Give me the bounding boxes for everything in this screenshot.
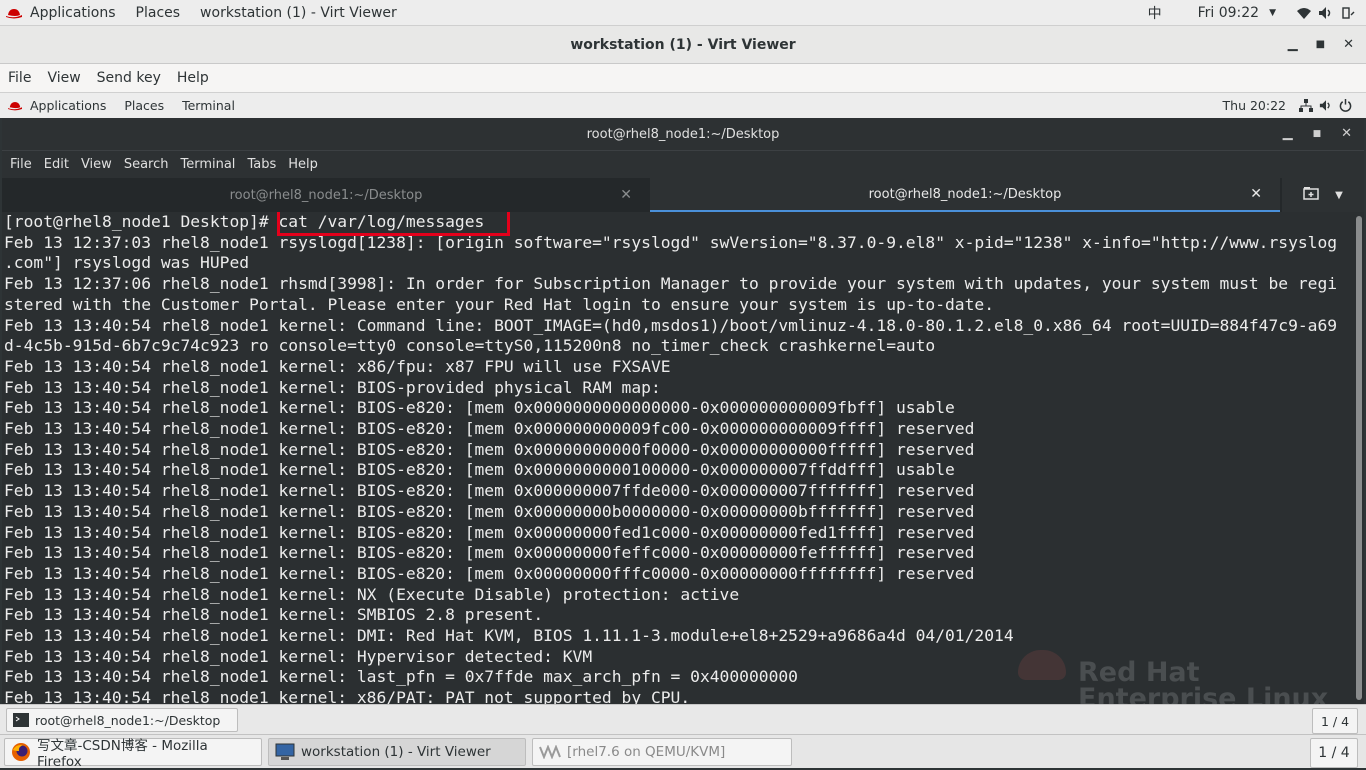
- log-line: Feb 13 13:40:54 rhel8_node1 kernel: BIOS…: [4, 501, 975, 521]
- terminal-titlebar[interactable]: root@rhel8_node1:~/Desktop ▁ ■ ✕: [2, 118, 1364, 150]
- host-applications-menu[interactable]: Applications: [0, 5, 126, 21]
- viewer-title: workstation (1) - Virt Viewer: [570, 36, 796, 53]
- terminal-menu-search[interactable]: Search: [118, 157, 175, 172]
- guest-power-icon[interactable]: [1339, 99, 1352, 112]
- terminal-tabbar: root@rhel8_node1:~/Desktop ✕ root@rhel8_…: [2, 178, 1364, 212]
- log-line: d-4c5b-915d-6b7c9c74c923 ro console=tty0…: [4, 336, 936, 356]
- terminal-maximize-button[interactable]: ■: [1313, 126, 1322, 142]
- viewer-menu-file[interactable]: File: [0, 70, 39, 86]
- log-line: Feb 13 13:40:54 rhel8_node1 kernel: BIOS…: [4, 398, 955, 418]
- log-line: Feb 13 13:40:54 rhel8_node1 kernel: BIOS…: [4, 563, 975, 583]
- log-line: Feb 13 13:40:54 rhel8_node1 kernel: BIOS…: [4, 460, 955, 480]
- close-tab-icon[interactable]: ✕: [620, 187, 632, 203]
- input-method-indicator[interactable]: 中: [1138, 3, 1172, 23]
- maximize-button[interactable]: ■: [1316, 37, 1325, 53]
- command-line: [root@rhel8_node1 Desktop]# cat /var/log…: [2, 212, 1354, 236]
- host-task-virt-viewer[interactable]: workstation (1) - Virt Viewer: [268, 738, 526, 766]
- terminal-tab-2[interactable]: root@rhel8_node1:~/Desktop ✕: [650, 178, 1280, 212]
- log-line: Feb 13 13:40:54 rhel8_node1 kernel: BIOS…: [4, 419, 975, 439]
- terminal-tab-2-label: root@rhel8_node1:~/Desktop: [868, 186, 1062, 202]
- host-task-firefox[interactable]: 写文章-CSDN博客 - Mozilla Firefox: [4, 738, 262, 770]
- log-line: Feb 13 13:40:54 rhel8_node1 kernel: BIOS…: [4, 439, 975, 459]
- terminal-menu-view[interactable]: View: [75, 157, 118, 172]
- guest-task-terminal[interactable]: root@rhel8_node1:~/Desktop: [6, 708, 238, 732]
- log-line: Feb 13 13:40:54 rhel8_node1 kernel: NX (…: [4, 584, 740, 604]
- scrollbar-thumb[interactable]: [1356, 216, 1362, 700]
- guest-top-bar: Applications Places Terminal Thu 20:22: [0, 92, 1366, 118]
- tabs-dropdown-icon[interactable]: ▼: [1335, 190, 1343, 201]
- wifi-icon[interactable]: [1296, 6, 1312, 20]
- terminal-icon: [13, 713, 29, 727]
- close-tab-icon[interactable]: ✕: [1250, 186, 1262, 202]
- virt-viewer-icon: [275, 743, 295, 761]
- viewer-menu-help[interactable]: Help: [169, 70, 217, 86]
- terminal-close-button[interactable]: ✕: [1341, 126, 1352, 142]
- terminal-title: root@rhel8_node1:~/Desktop: [586, 126, 780, 142]
- host-dropdown-icon: ▼: [1269, 7, 1276, 18]
- log-line: stered with the Customer Portal. Please …: [4, 294, 995, 314]
- vm-window-icon: [539, 745, 561, 759]
- viewer-titlebar[interactable]: workstation (1) - Virt Viewer ▁ ■ ✕: [0, 26, 1366, 64]
- guest-applications-menu[interactable]: Applications: [0, 98, 115, 113]
- viewer-menu-send-key[interactable]: Send key: [89, 70, 169, 86]
- terminal-menubar: File Edit View Search Terminal Tabs Help: [2, 150, 1364, 178]
- close-button[interactable]: ✕: [1343, 37, 1354, 53]
- redhat-logo-icon: [8, 102, 22, 111]
- power-menu-icon[interactable]: [1340, 6, 1356, 20]
- shell-prompt: [root@rhel8_node1 Desktop]#: [4, 212, 269, 231]
- minimize-button[interactable]: ▁: [1288, 37, 1298, 53]
- host-workspace-pager[interactable]: 1 / 4: [1310, 738, 1358, 768]
- host-places-menu[interactable]: Places: [126, 5, 191, 21]
- terminal-menu-terminal[interactable]: Terminal: [174, 157, 241, 172]
- guest-volume-icon[interactable]: [1319, 99, 1333, 112]
- terminal-tab-1[interactable]: root@rhel8_node1:~/Desktop ✕: [2, 178, 650, 212]
- host-task-rhel76[interactable]: [rhel7.6 on QEMU/KVM]: [532, 738, 792, 766]
- log-line: .com"] rsyslogd was HUPed: [4, 253, 250, 273]
- guest-places-menu[interactable]: Places: [115, 98, 173, 113]
- terminal-menu-tabs[interactable]: Tabs: [241, 157, 282, 172]
- log-line: Feb 13 12:37:03 rhel8_node1 rsyslogd[123…: [4, 232, 1338, 252]
- terminal-menu-edit[interactable]: Edit: [38, 157, 75, 172]
- log-line: Feb 13 13:40:54 rhel8_node1 kernel: BIOS…: [4, 481, 975, 501]
- volume-icon[interactable]: [1318, 6, 1334, 20]
- log-lines: Feb 13 12:37:03 rhel8_node1 rsyslogd[123…: [2, 233, 1354, 704]
- guest-workspace-pager[interactable]: 1 / 4: [1312, 708, 1358, 734]
- host-top-bar: Applications Places workstation (1) - Vi…: [0, 0, 1366, 26]
- guest-taskbar: root@rhel8_node1:~/Desktop 1 / 4: [0, 704, 1366, 734]
- log-line: Feb 13 13:40:54 rhel8_node1 kernel: SMBI…: [4, 605, 544, 625]
- log-line: Feb 13 13:40:54 rhel8_node1 kernel: x86/…: [4, 356, 671, 376]
- log-line: Feb 13 13:40:54 rhel8_node1 kernel: DMI:…: [4, 626, 1014, 646]
- redhat-logo-icon: [6, 8, 22, 18]
- host-active-app[interactable]: workstation (1) - Virt Viewer: [190, 5, 407, 21]
- log-line: Feb 13 13:40:54 rhel8_node1 kernel: Comm…: [4, 315, 1338, 335]
- viewer-menu-view[interactable]: View: [39, 70, 88, 86]
- terminal-menu-file[interactable]: File: [4, 157, 38, 172]
- terminal-tab-1-label: root@rhel8_node1:~/Desktop: [229, 187, 423, 203]
- terminal-output[interactable]: [root@rhel8_node1 Desktop]# cat /var/log…: [2, 212, 1354, 704]
- host-taskbar: 写文章-CSDN博客 - Mozilla Firefox workstation…: [0, 734, 1366, 770]
- firefox-icon: [11, 742, 31, 762]
- log-line: Feb 13 13:40:54 rhel8_node1 kernel: BIOS…: [4, 543, 975, 563]
- new-tab-icon[interactable]: [1303, 186, 1319, 204]
- command-highlight-box: [277, 212, 510, 236]
- terminal-menu-help[interactable]: Help: [282, 157, 324, 172]
- guest-clock[interactable]: Thu 20:22: [1214, 98, 1295, 113]
- terminal-scrollbar[interactable]: [1354, 212, 1364, 704]
- viewer-menubar: File View Send key Help: [0, 64, 1366, 92]
- guest-terminal-menu[interactable]: Terminal: [173, 98, 244, 113]
- terminal-minimize-button[interactable]: ▁: [1283, 126, 1293, 142]
- log-line: Feb 13 13:40:54 rhel8_node1 kernel: BIOS…: [4, 377, 661, 397]
- network-icon[interactable]: [1299, 99, 1313, 112]
- host-clock[interactable]: Fri 09:22: [1172, 5, 1269, 21]
- log-line: Feb 13 12:37:06 rhel8_node1 rhsmd[3998]:…: [4, 274, 1338, 294]
- tab-tools: ▼: [1282, 178, 1364, 212]
- log-line: Feb 13 13:40:54 rhel8_node1 kernel: BIOS…: [4, 522, 975, 542]
